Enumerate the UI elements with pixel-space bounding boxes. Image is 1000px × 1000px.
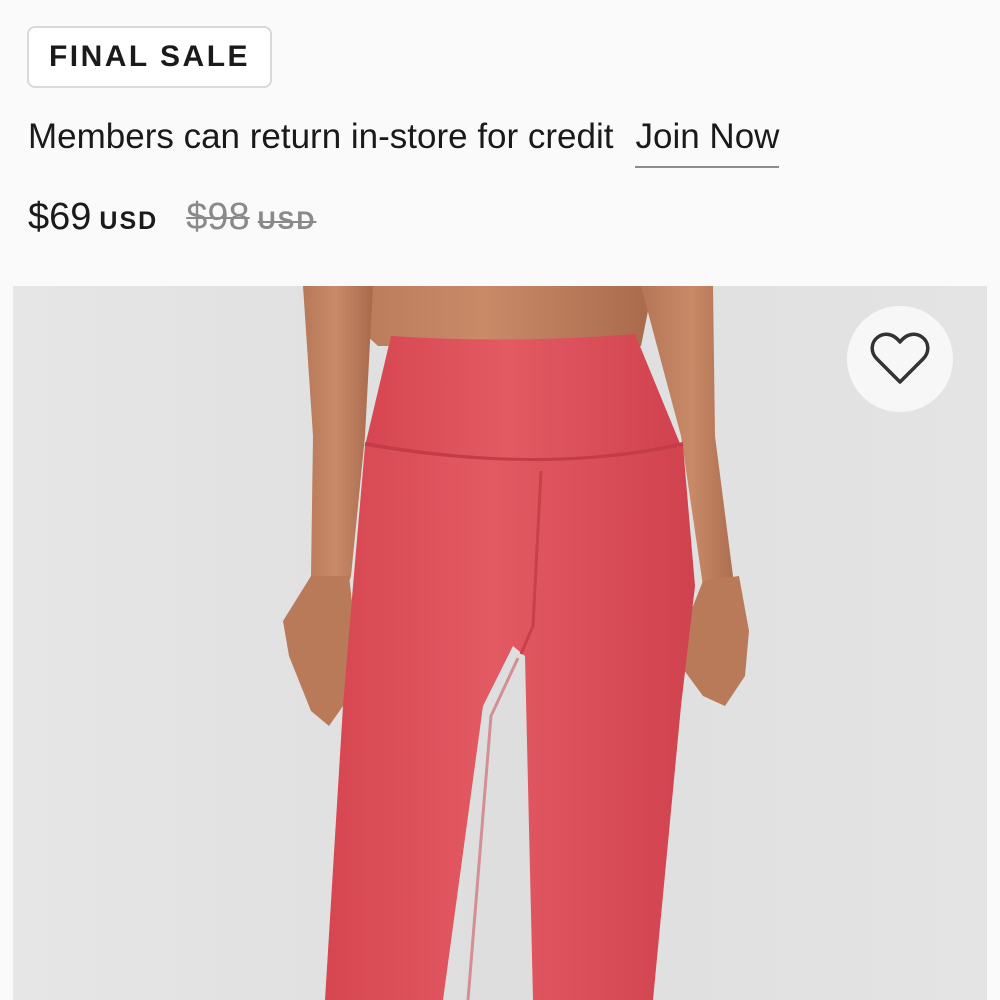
original-price-currency: USD [257,207,317,235]
member-promo: Members can return in-store for credit J… [28,116,780,168]
join-now-link[interactable]: Join Now [635,116,780,168]
product-photo-illustration [13,286,987,1000]
product-page: FINAL SALE Members can return in-store f… [0,0,1000,1000]
product-image[interactable] [13,286,987,1000]
wishlist-button[interactable] [847,306,953,412]
current-price-currency: USD [99,207,159,235]
original-price-amount: $98 [186,196,250,238]
current-price: $69 [28,196,92,238]
promo-message: Members can return in-store for credit [28,117,614,156]
final-sale-badge: FINAL SALE [27,26,272,88]
price-row: $69 USD $98 USD [28,196,316,239]
heart-outline-icon [870,332,930,384]
original-price: $98 USD [186,196,316,239]
final-sale-label: FINAL SALE [48,40,251,73]
